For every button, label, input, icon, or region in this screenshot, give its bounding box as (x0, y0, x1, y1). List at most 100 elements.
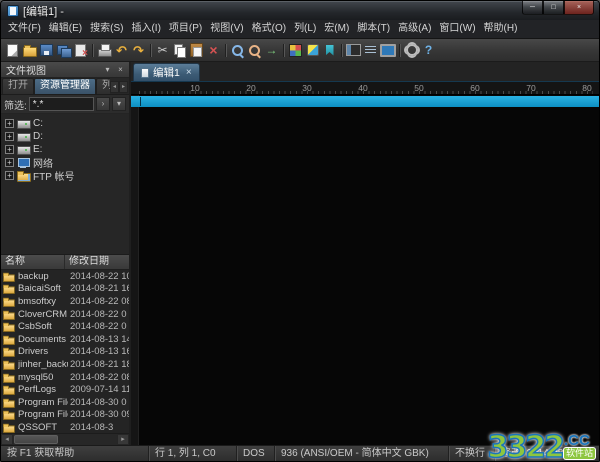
filter-apply-button[interactable]: › (96, 97, 110, 111)
file-name: Program Files (18, 397, 68, 408)
file-row[interactable]: jinher_backup 2014-08-21 18 (1, 358, 129, 371)
cut-icon[interactable] (154, 42, 171, 59)
menu-item[interactable]: 格式(O) (248, 20, 290, 38)
panel-header-buttons: ▾× (101, 64, 127, 76)
paste-icon[interactable] (188, 42, 205, 59)
open-file-icon[interactable] (21, 42, 38, 59)
find-icon[interactable] (229, 42, 246, 59)
goto-icon[interactable] (263, 42, 280, 59)
file-row[interactable]: PerfLogs 2009-07-14 11 (1, 383, 129, 396)
menu-item[interactable]: 项目(P) (165, 20, 206, 38)
sidebar-tab-open[interactable]: 打开 (2, 78, 34, 94)
scrollbar-thumb[interactable] (14, 435, 58, 444)
document-tab[interactable]: 编辑1 × (133, 63, 200, 81)
menu-item[interactable]: 帮助(H) (480, 20, 522, 38)
replace-icon[interactable] (246, 42, 263, 59)
save-all-icon[interactable] (55, 42, 72, 59)
file-modified-date: 2014-08-22 0 (70, 321, 129, 332)
tabs-scroll-right-button[interactable]: ▸ (119, 81, 128, 93)
file-name: Documents (18, 334, 68, 345)
file-row[interactable]: bmsoftxy 2014-08-22 08 (1, 295, 129, 308)
file-row[interactable]: mysql50 2014-08-22 08 (1, 371, 129, 384)
sidebar-tab-list[interactable]: 列表 (96, 78, 110, 94)
file-row[interactable]: backup 2014-08-22 10 (1, 270, 129, 283)
drive-icon (17, 118, 30, 129)
drive-icon (17, 144, 30, 155)
menu-item[interactable]: 插入(I) (127, 20, 164, 38)
sidebar-tab-explorer[interactable]: 资源管理器 (34, 78, 96, 94)
redo-icon[interactable] (130, 42, 147, 59)
file-row[interactable]: Documents 2014-08-13 14 (1, 333, 129, 346)
menu-item[interactable]: 脚本(T) (353, 20, 394, 38)
folder-icon (3, 398, 14, 407)
ruler-number: 40 (358, 83, 367, 93)
expand-toggle[interactable]: + (5, 145, 14, 154)
horizontal-scrollbar[interactable]: ◂ ▸ (1, 433, 129, 445)
fullscreen-icon[interactable] (379, 42, 396, 59)
file-view-icon[interactable] (345, 42, 362, 59)
expand-toggle[interactable]: + (5, 158, 14, 167)
scroll-left-button[interactable]: ◂ (1, 434, 13, 445)
filter-input[interactable] (29, 97, 94, 111)
statusbar: 按 F1 获取帮助行 1, 列 1, C0DOS936 (ANSI/OEM - … (1, 445, 599, 461)
delete-icon[interactable] (205, 42, 222, 59)
tree-item-ftp[interactable]: + FTP 帐号 (1, 169, 129, 182)
toolbar-separator (89, 42, 96, 59)
file-name: bmsoftxy (18, 296, 68, 307)
panel-menu-button[interactable]: ▾ (101, 64, 114, 76)
settings-icon[interactable] (403, 42, 420, 59)
file-name: QSSOFT (18, 422, 68, 433)
menu-item[interactable]: 搜索(S) (86, 20, 127, 38)
folder-icon (3, 309, 14, 318)
file-modified-date: 2014-08-30 0 (70, 397, 129, 408)
help-icon[interactable] (420, 42, 437, 59)
menu-item[interactable]: 列(L) (290, 20, 320, 38)
tabs-scroll-left-button[interactable]: ◂ (110, 81, 119, 93)
tree-item-e-drive[interactable]: + E: (1, 143, 129, 156)
editor-surface[interactable] (131, 95, 599, 445)
file-row[interactable]: Drivers 2014-08-13 16 (1, 346, 129, 359)
column-header[interactable]: 名称 (1, 255, 65, 269)
save-icon[interactable] (38, 42, 55, 59)
filter-options-button[interactable]: ▾ (112, 97, 126, 111)
maximize-button[interactable]: □ (543, 1, 564, 15)
panel-close-button[interactable]: × (114, 64, 127, 76)
scroll-right-button[interactable]: ▸ (117, 434, 129, 445)
menu-item[interactable]: 窗口(W) (435, 20, 479, 38)
menu-item[interactable]: 视图(V) (206, 20, 247, 38)
close-file-icon[interactable] (72, 42, 89, 59)
file-row[interactable]: CloverCRM 2014-08-22 0 (1, 308, 129, 321)
file-row[interactable]: CsbSoft 2014-08-22 0 (1, 320, 129, 333)
expand-toggle[interactable]: + (5, 119, 14, 128)
titlebar[interactable]: [编辑1] - ─□× (1, 1, 599, 20)
column-ruler: 1020304050607080 (131, 82, 599, 95)
file-row[interactable]: QSSOFT 2014-08-3 (1, 421, 129, 433)
expand-toggle[interactable]: + (5, 132, 14, 141)
tree-item-d-drive[interactable]: + D: (1, 130, 129, 143)
syntax-highlight-icon[interactable] (304, 42, 321, 59)
copy-icon[interactable] (171, 42, 188, 59)
file-row[interactable]: Program File... 2014-08-30 09 (1, 409, 129, 422)
menu-item[interactable]: 文件(F) (4, 20, 45, 38)
bookmark-icon[interactable] (321, 42, 338, 59)
minimize-button[interactable]: ─ (522, 1, 543, 15)
expand-toggle[interactable]: + (5, 171, 14, 180)
color-scheme-icon[interactable] (287, 42, 304, 59)
toolbar-separator (222, 42, 229, 59)
tab-close-button[interactable]: × (186, 68, 192, 78)
file-modified-date: 2014-08-22 10 (70, 271, 129, 282)
file-row[interactable]: Program Files 2014-08-30 0 (1, 396, 129, 409)
menu-item[interactable]: 高级(A) (394, 20, 435, 38)
close-button[interactable]: × (564, 1, 594, 15)
print-icon[interactable] (96, 42, 113, 59)
outline-icon[interactable] (362, 42, 379, 59)
menu-item[interactable]: 宏(M) (320, 20, 353, 38)
file-row[interactable]: BaicaiSoft 2014-08-21 16 (1, 283, 129, 296)
scrollbar-track[interactable] (13, 434, 117, 445)
new-file-icon[interactable] (4, 42, 21, 59)
file-list: backup 2014-08-22 10 BaicaiSoft 2014-08-… (1, 270, 129, 433)
column-header[interactable]: 修改日期 (65, 255, 129, 269)
menu-item[interactable]: 编辑(E) (45, 20, 86, 38)
tree-item-c-drive[interactable]: + C: (1, 117, 129, 130)
undo-icon[interactable] (113, 42, 130, 59)
